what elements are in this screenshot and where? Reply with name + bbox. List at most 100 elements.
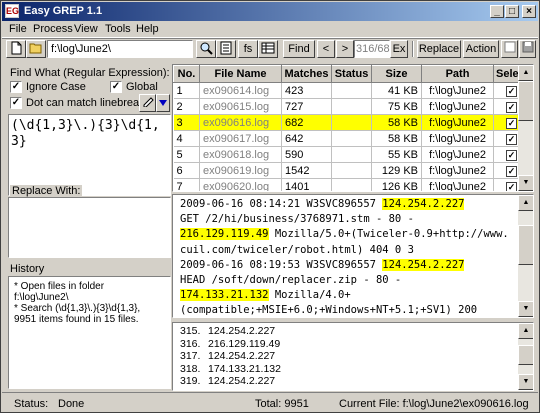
cell-status bbox=[331, 130, 372, 147]
prev-match-button[interactable]: < bbox=[317, 40, 335, 58]
properties-button[interactable] bbox=[216, 40, 236, 58]
regex-dropdown-button[interactable] bbox=[156, 94, 170, 112]
global-checkbox[interactable]: ✓ bbox=[110, 81, 122, 93]
select-checkbox[interactable]: ✓ bbox=[506, 117, 517, 129]
regex-input[interactable]: (\d{1,3}\.){3}\d{1,3} bbox=[8, 114, 171, 196]
col-file-name[interactable]: File Name bbox=[199, 65, 282, 83]
fs-button[interactable]: fs bbox=[238, 40, 258, 58]
cell-file-name: ex090617.log bbox=[199, 130, 282, 147]
preview-text[interactable]: 2009-06-16 08:14:21 W3SVC896557 124.254.… bbox=[180, 197, 515, 317]
menu-file[interactable]: File bbox=[9, 23, 27, 35]
table-row[interactable]: 4 ex090617.log 642 58 KB f:\log\June2 ✓ bbox=[173, 130, 530, 147]
cell-status bbox=[331, 162, 372, 179]
cell-size: 41 KB bbox=[371, 82, 422, 99]
cell-path: f:\log\June2 bbox=[421, 98, 494, 115]
folder-path-input[interactable]: f:\log\June2\ bbox=[47, 40, 193, 58]
ignore-case-checkbox[interactable]: ✓ bbox=[10, 81, 22, 93]
new-button[interactable] bbox=[6, 40, 26, 58]
line-number: 318. bbox=[180, 362, 201, 375]
select-checkbox[interactable]: ✓ bbox=[506, 101, 517, 113]
scroll-up-icon[interactable]: ▲ bbox=[518, 323, 533, 339]
highlighted-match: 174.133.21.132 bbox=[180, 289, 269, 302]
menu-bar: File Process View Tools Help bbox=[2, 21, 538, 38]
table-row[interactable]: 6 ex090619.log 1542 129 KB f:\log\June2 ✓ bbox=[173, 162, 530, 179]
replace-heading: Replace With: bbox=[10, 185, 83, 197]
search-button[interactable] bbox=[196, 40, 216, 58]
match-list-scrollbar[interactable]: ▲ ▼ bbox=[518, 323, 533, 390]
col-size[interactable]: Size bbox=[371, 65, 422, 83]
menu-view[interactable]: View bbox=[74, 23, 98, 35]
maximize-button[interactable]: □ bbox=[505, 5, 519, 18]
open-folder-icon bbox=[29, 43, 42, 54]
list-item[interactable]: 317. 124.254.2.227 bbox=[180, 350, 275, 362]
menu-tools[interactable]: Tools bbox=[105, 23, 131, 35]
list-item[interactable]: 316. 216.129.119.49 bbox=[180, 337, 280, 350]
menu-process[interactable]: Process bbox=[33, 23, 73, 35]
table-icon bbox=[261, 42, 275, 54]
cell-matches: 1401 bbox=[281, 178, 332, 191]
status-value: Done bbox=[58, 398, 85, 410]
scroll-down-icon[interactable]: ▼ bbox=[518, 301, 533, 317]
scroll-down-icon[interactable]: ▼ bbox=[518, 175, 533, 191]
select-checkbox[interactable]: ✓ bbox=[506, 149, 517, 161]
cell-matches: 590 bbox=[281, 146, 332, 163]
table-row[interactable]: 3 ex090616.log 682 58 KB f:\log\June2 ✓ bbox=[173, 114, 530, 131]
cell-size: 75 KB bbox=[371, 98, 422, 115]
cell-no: 3 bbox=[173, 114, 200, 131]
select-checkbox[interactable]: ✓ bbox=[506, 85, 517, 97]
line-number: 316. bbox=[180, 337, 201, 350]
scroll-thumb[interactable] bbox=[518, 225, 533, 265]
col-matches[interactable]: Matches bbox=[281, 65, 332, 83]
open-folder-button[interactable] bbox=[26, 40, 46, 58]
scroll-thumb[interactable] bbox=[518, 345, 533, 365]
blank-icon bbox=[504, 41, 515, 53]
replace-button[interactable]: Replace bbox=[417, 40, 461, 58]
cell-file-name: ex090615.log bbox=[199, 98, 282, 115]
preview-pane[interactable]: 2009-06-16 08:14:21 W3SVC896557 124.254.… bbox=[172, 194, 534, 318]
table-row[interactable]: 1 ex090614.log 423 41 KB f:\log\June2 ✓ bbox=[173, 82, 530, 99]
list-item[interactable]: 315. 124.254.2.227 bbox=[180, 325, 275, 337]
status-bar: Status: Done Total: 9951 Current File: f… bbox=[2, 392, 538, 412]
table-scrollbar[interactable]: ▲ ▼ bbox=[518, 65, 533, 191]
line-number: 319. bbox=[180, 375, 201, 387]
list-item[interactable]: 318. 174.133.21.132 bbox=[180, 362, 281, 375]
save-button[interactable] bbox=[519, 40, 536, 58]
regex-builder-button[interactable] bbox=[139, 94, 156, 112]
results-button[interactable] bbox=[258, 40, 278, 58]
cell-file-name: ex090619.log bbox=[199, 162, 282, 179]
col-status[interactable]: Status bbox=[331, 65, 372, 83]
dropdown-arrow-icon bbox=[159, 100, 167, 106]
cell-file-name: ex090616.log bbox=[199, 114, 282, 131]
cell-path: f:\log\June2 bbox=[421, 146, 494, 163]
cell-path: f:\log\June2 bbox=[421, 178, 494, 191]
action-button[interactable]: Action bbox=[463, 40, 499, 58]
preview-scrollbar[interactable]: ▲ ▼ bbox=[518, 195, 533, 317]
find-button[interactable]: Find bbox=[283, 40, 315, 58]
next-match-button[interactable]: > bbox=[336, 40, 354, 58]
select-checkbox[interactable]: ✓ bbox=[506, 181, 517, 191]
menu-help[interactable]: Help bbox=[136, 23, 159, 35]
table-row[interactable]: 2 ex090615.log 727 75 KB f:\log\June2 ✓ bbox=[173, 98, 530, 115]
cell-path: f:\log\June2 bbox=[421, 130, 494, 147]
replace-input[interactable] bbox=[8, 197, 171, 258]
minimize-button[interactable]: _ bbox=[490, 5, 504, 18]
select-checkbox[interactable]: ✓ bbox=[506, 165, 517, 177]
matched-ip: 174.133.21.132 bbox=[208, 362, 281, 375]
scroll-thumb[interactable] bbox=[518, 81, 533, 121]
scroll-down-icon[interactable]: ▼ bbox=[518, 374, 533, 390]
window-title: Easy GREP 1.1 bbox=[24, 5, 103, 17]
scroll-up-icon[interactable]: ▲ bbox=[518, 65, 533, 81]
select-checkbox[interactable]: ✓ bbox=[506, 133, 517, 145]
scroll-up-icon[interactable]: ▲ bbox=[518, 195, 533, 211]
blank-button[interactable] bbox=[501, 40, 518, 58]
list-item[interactable]: 319. 124.254.2.227 bbox=[180, 375, 275, 387]
dot-linebreaks-checkbox[interactable]: ✓ bbox=[10, 97, 22, 109]
table-row[interactable]: 7 ex090620.log 1401 126 KB f:\log\June2 ✓ bbox=[173, 178, 530, 191]
cell-status bbox=[331, 178, 372, 191]
ex-button[interactable]: Ex bbox=[390, 40, 408, 58]
table-row[interactable]: 5 ex090618.log 590 55 KB f:\log\June2 ✓ bbox=[173, 146, 530, 163]
col-path[interactable]: Path bbox=[421, 65, 494, 83]
close-button[interactable]: × bbox=[522, 5, 536, 18]
highlighted-match: 216.129.119.49 bbox=[180, 228, 269, 241]
col-no[interactable]: No. bbox=[173, 65, 200, 83]
